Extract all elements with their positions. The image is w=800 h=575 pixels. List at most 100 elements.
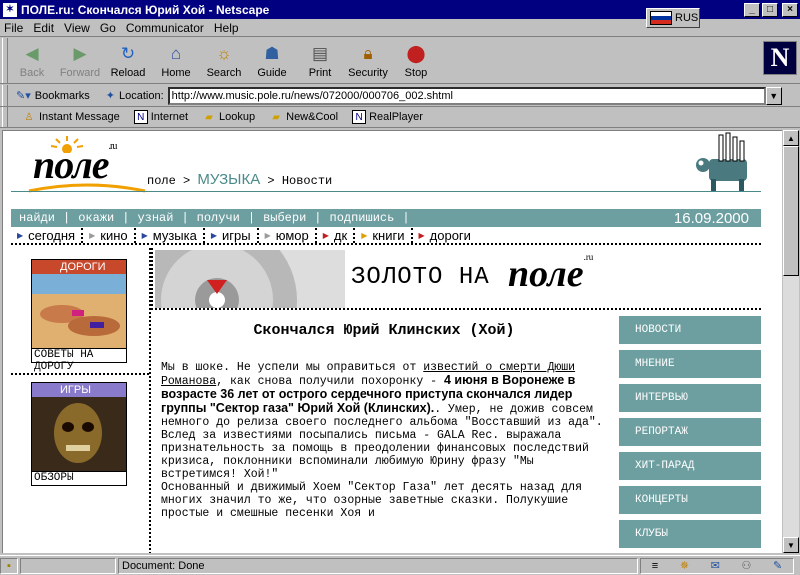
section-cinema[interactable]: ▶ кино bbox=[83, 228, 136, 243]
promo-roads[interactable]: ДОРОГИ СОВЕТЫ НА ДОРОГУ bbox=[31, 259, 127, 373]
page-viewport[interactable]: поле.ru поле > МУЗЫКА > Новости найди | … bbox=[2, 130, 782, 553]
menu-edit[interactable]: Edit bbox=[33, 21, 54, 35]
section-roads[interactable]: ▶ дороги bbox=[413, 228, 477, 243]
nav-get[interactable]: получи bbox=[189, 211, 248, 225]
nav-separator: | bbox=[247, 211, 256, 225]
banner-logo-sup: .ru bbox=[583, 252, 594, 262]
ad-banner[interactable]: ЗОЛОТО НА поле.ru bbox=[151, 248, 761, 310]
web-page: поле.ru поле > МУЗЫКА > Новости найди | … bbox=[3, 131, 782, 553]
maximize-button[interactable]: □ bbox=[762, 2, 778, 17]
realplayer-label: RealPlayer bbox=[369, 111, 423, 123]
url-dropdown-button[interactable]: ▼ bbox=[765, 86, 782, 105]
url-input[interactable]: http://www.music.pole.ru/news/072000/000… bbox=[167, 86, 766, 105]
article-paragraph-2: Основанный и движимый Хоем "Сектор Газа"… bbox=[161, 481, 582, 520]
search-button[interactable]: ☼ Search bbox=[200, 38, 248, 82]
top-navigation: найди | окажи | узнай | получи | выбери | под… bbox=[11, 209, 761, 227]
menu-go[interactable]: Go bbox=[100, 21, 116, 35]
section-today[interactable]: ▶ сегодня bbox=[11, 228, 84, 243]
reload-button[interactable]: ↻ Reload bbox=[104, 38, 152, 82]
reload-label: Reload bbox=[110, 67, 146, 79]
composer-icon[interactable]: ✎ bbox=[773, 559, 782, 572]
personal-toolbar: ♙ Instant Message N Internet ▰ Lookup ▰ … bbox=[0, 107, 800, 128]
section-books[interactable]: ▶ книги bbox=[355, 228, 413, 243]
forward-arrow-icon: ▶ bbox=[73, 44, 87, 63]
rightnav-concerts[interactable]: КОНЦЕРТЫ bbox=[619, 486, 761, 514]
minimize-button[interactable]: _ bbox=[744, 2, 760, 17]
mail-icon[interactable]: ✉ bbox=[711, 559, 720, 572]
rightnav-interview[interactable]: ИНТЕРВЬЮ bbox=[619, 384, 761, 412]
netscape-logo[interactable]: N bbox=[763, 41, 797, 75]
section-games[interactable]: ▶ игры bbox=[205, 228, 259, 243]
print-button[interactable]: ▤ Print bbox=[296, 38, 344, 82]
rightnav-news[interactable]: НОВОСТИ bbox=[619, 316, 761, 344]
navigation-toolbar: ◀ Back ▶ Forward ↻ Reload ⌂ Home ☼ Searc… bbox=[0, 38, 800, 84]
lookup-button[interactable]: ▰ Lookup bbox=[202, 110, 255, 124]
internet-button[interactable]: N Internet bbox=[133, 110, 188, 124]
rightnav-opinion[interactable]: МНЕНИЕ bbox=[619, 350, 761, 378]
home-button[interactable]: ⌂ Home bbox=[152, 38, 200, 82]
triangle-icon: ▶ bbox=[210, 231, 218, 240]
personal-grip[interactable] bbox=[2, 107, 8, 127]
netscape-app-icon[interactable]: ✶ bbox=[3, 2, 17, 17]
internet-icon: N bbox=[133, 110, 148, 124]
scroll-up-button[interactable]: ▲ bbox=[783, 130, 799, 146]
nav-separator: | bbox=[122, 211, 130, 225]
menu-view[interactable]: View bbox=[64, 21, 90, 35]
rightnav-hitparade[interactable]: ХИТ-ПАРАД bbox=[619, 452, 761, 480]
section-label: музыка bbox=[152, 228, 197, 243]
nav-help[interactable]: окажи bbox=[70, 211, 122, 225]
menu-file[interactable]: File bbox=[4, 21, 23, 35]
triangle-icon: ▶ bbox=[322, 231, 329, 240]
guide-button[interactable]: ☗ Guide bbox=[248, 38, 296, 82]
home-label: Home bbox=[161, 67, 191, 79]
section-humor[interactable]: ▶ юмор bbox=[259, 228, 317, 243]
nav-separator: | bbox=[181, 211, 189, 225]
breadcrumb-section[interactable]: МУЗЫКА bbox=[197, 171, 260, 188]
bookmarks-button[interactable]: ✎▾ Bookmarks bbox=[16, 89, 90, 103]
print-icon: ▤ bbox=[311, 44, 329, 63]
promo-roads-caption: СОВЕТЫ НА ДОРОГУ bbox=[32, 348, 126, 373]
netscape-window: ✶ ПОЛЕ.ru: Скончался Юрий Хой - Netscape… bbox=[0, 0, 800, 575]
close-button[interactable]: × bbox=[782, 2, 798, 17]
nav-choose[interactable]: выбери bbox=[255, 211, 314, 225]
page-proxy-icon[interactable]: ✦ bbox=[106, 89, 115, 102]
groups-icon[interactable]: ⚇ bbox=[741, 559, 751, 572]
breadcrumb-root[interactable]: поле bbox=[147, 174, 176, 188]
banner-logo: поле.ru bbox=[508, 252, 593, 296]
section-label: сегодня bbox=[28, 228, 76, 243]
folder-icon: ▰ bbox=[272, 111, 280, 123]
menu-communicator[interactable]: Communicator bbox=[126, 21, 204, 35]
component-grip-icon[interactable]: ≡ bbox=[652, 560, 658, 572]
section-music[interactable]: ▶ музыка bbox=[136, 228, 205, 243]
instant-message-button[interactable]: ♙ Instant Message bbox=[22, 110, 120, 124]
language-indicator[interactable]: RUS bbox=[646, 8, 700, 28]
security-status-icon[interactable]: ▪ bbox=[0, 557, 18, 574]
menu-help[interactable]: Help bbox=[214, 21, 239, 35]
forward-button[interactable]: ▶ Forward bbox=[56, 38, 104, 82]
nav-learn[interactable]: узнай bbox=[129, 211, 181, 225]
back-button[interactable]: ◀ Back bbox=[8, 38, 56, 82]
newcool-button[interactable]: ▰ New&Cool bbox=[269, 110, 338, 124]
logo-sun-icon bbox=[50, 136, 84, 153]
scroll-down-button[interactable]: ▼ bbox=[783, 537, 799, 553]
breadcrumb-sub: Новости bbox=[281, 174, 333, 188]
navigator-icon[interactable]: ✵ bbox=[680, 559, 689, 572]
nav-find[interactable]: найди bbox=[11, 211, 63, 225]
rightnav-report[interactable]: РЕПОРТАЖ bbox=[619, 418, 761, 446]
banner-logo-text: поле bbox=[508, 253, 584, 295]
rightnav-clubs[interactable]: КЛУБЫ bbox=[619, 520, 761, 548]
home-icon: ⌂ bbox=[170, 44, 182, 63]
security-button[interactable]: 🔒︎ Security bbox=[344, 38, 392, 82]
realplayer-button[interactable]: N RealPlayer bbox=[352, 110, 423, 124]
stop-button[interactable]: ⬤ Stop bbox=[392, 38, 440, 82]
location-grip[interactable] bbox=[2, 85, 8, 106]
promo-games[interactable]: ИГРЫ ОБЗОРЫ bbox=[31, 382, 127, 486]
triangle-icon: ▶ bbox=[89, 231, 96, 240]
logo-swoosh-icon bbox=[28, 183, 146, 193]
breadcrumb: поле > МУЗЫКА > Новости bbox=[147, 171, 332, 188]
page-date: 16.09.2000 bbox=[673, 209, 749, 227]
scroll-thumb[interactable] bbox=[783, 146, 799, 276]
nav-subscribe[interactable]: подпишись bbox=[322, 211, 403, 225]
section-dk[interactable]: ▶ дк bbox=[317, 228, 356, 243]
vertical-scrollbar[interactable]: ▲ ▼ bbox=[783, 130, 799, 553]
